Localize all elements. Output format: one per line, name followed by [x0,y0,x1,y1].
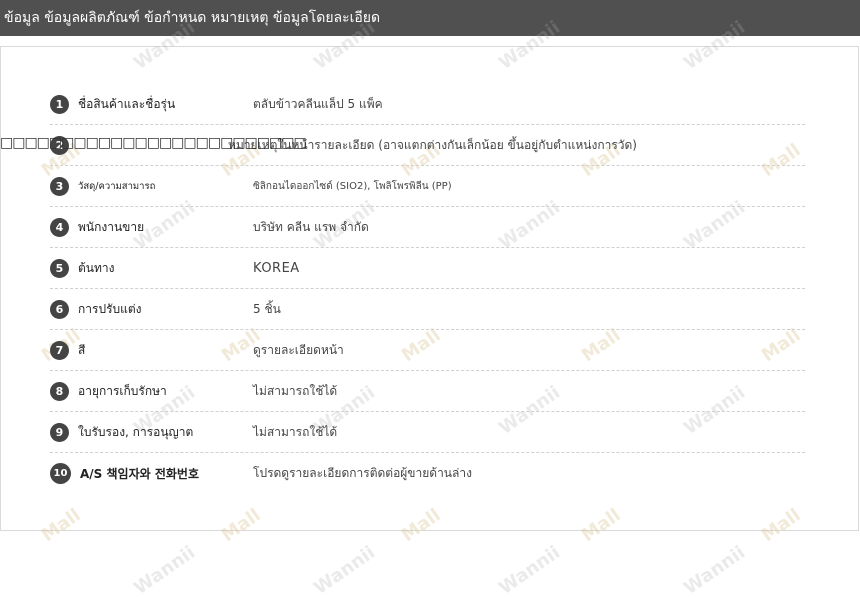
row-number-badge: 3 [50,176,69,196]
spec-label: อายุการเก็บรักษา [78,383,167,398]
spec-label: ชื่อสินค้าและชื่อรุ่น [78,96,176,111]
watermark-text: Wannii [310,542,380,599]
spec-value: ไม่สามารถใช้ได้ [253,424,338,439]
spec-value: ตลับข้าวคลีนแล็ป 5 แพ็ค [253,96,383,111]
missing-glyph-overlay: □□□□□□□□□□□□□□□□□□□□□□□□□ [0,135,307,151]
spec-row: 9 ใบรับรอง, การอนุญาต ไม่สามารถใช้ได้ [50,412,805,453]
spec-label: การปรับแต่ง [78,301,142,316]
spec-value: โปรดดูรายละเอียดการติดต่อผู้ขายด้านล่าง [253,465,472,480]
row-number-badge: 1 [50,94,69,114]
header-title: ข้อมูล ข้อมูลผลิตภัณฑ์ ข้อกำหนด หมายเหตุ… [4,10,381,26]
spec-value: KOREA [253,260,300,276]
watermark-text: Wannii [680,542,750,599]
spec-value: 5 ชิ้น [253,301,281,316]
spec-label: ต้นทาง [78,260,115,275]
spec-label: สี [78,342,86,357]
row-number-badge: 8 [50,381,69,401]
spec-value: บริษัท คลีน แรพ จำกัด [253,219,369,234]
spec-label: พนักงานขาย [78,219,145,234]
row-number-badge: 10 [50,462,71,484]
top-tab-bar: ข้อมูล ข้อมูลผลิตภัณฑ์ ข้อกำหนด หมายเหตุ… [0,0,860,36]
row-number-badge: 5 [50,258,69,278]
spec-row: 4 พนักงานขาย บริษัท คลีน แรพ จำกัด [50,207,805,248]
spec-label: A/S 책임자와 전화번호 [80,466,199,481]
spec-value: ดูรายละเอียดหน้า [253,342,344,357]
row-number-badge: 9 [50,422,69,442]
spec-row: 1 ชื่อสินค้าและชื่อรุ่น ตลับข้าวคลีนแล็ป… [50,84,805,125]
spec-row: 10 A/S 책임자와 전화번호 โปรดดูรายละเอียดการติดต… [50,453,805,493]
row-number-badge: 4 [50,217,69,237]
spec-row: 8 อายุการเก็บรักษา ไม่สามารถใช้ได้ [50,371,805,412]
watermark-text: Wannii [130,542,200,599]
spec-row: 5 ต้นทาง KOREA [50,248,805,289]
spec-row: 6 การปรับแต่ง 5 ชิ้น [50,289,805,330]
spec-label: ใบรับรอง, การอนุญาต [78,424,194,439]
spec-value: ซิลิกอนไดออกไซด์ (SIO2), โพลิโพรพิลีน (P… [253,180,452,192]
watermark-text: Wannii [495,542,565,599]
spec-row: 3 วัสดุ/ความสามารถ ซิลิกอนไดออกไซด์ (SIO… [50,166,805,207]
spec-value: ไม่สามารถใช้ได้ [253,383,338,398]
spec-label: วัสดุ/ความสามารถ [78,180,156,192]
row-number-badge: 6 [50,299,69,319]
row-number-badge: 7 [50,340,69,360]
spec-row: 7 สี ดูรายละเอียดหน้า [50,330,805,371]
